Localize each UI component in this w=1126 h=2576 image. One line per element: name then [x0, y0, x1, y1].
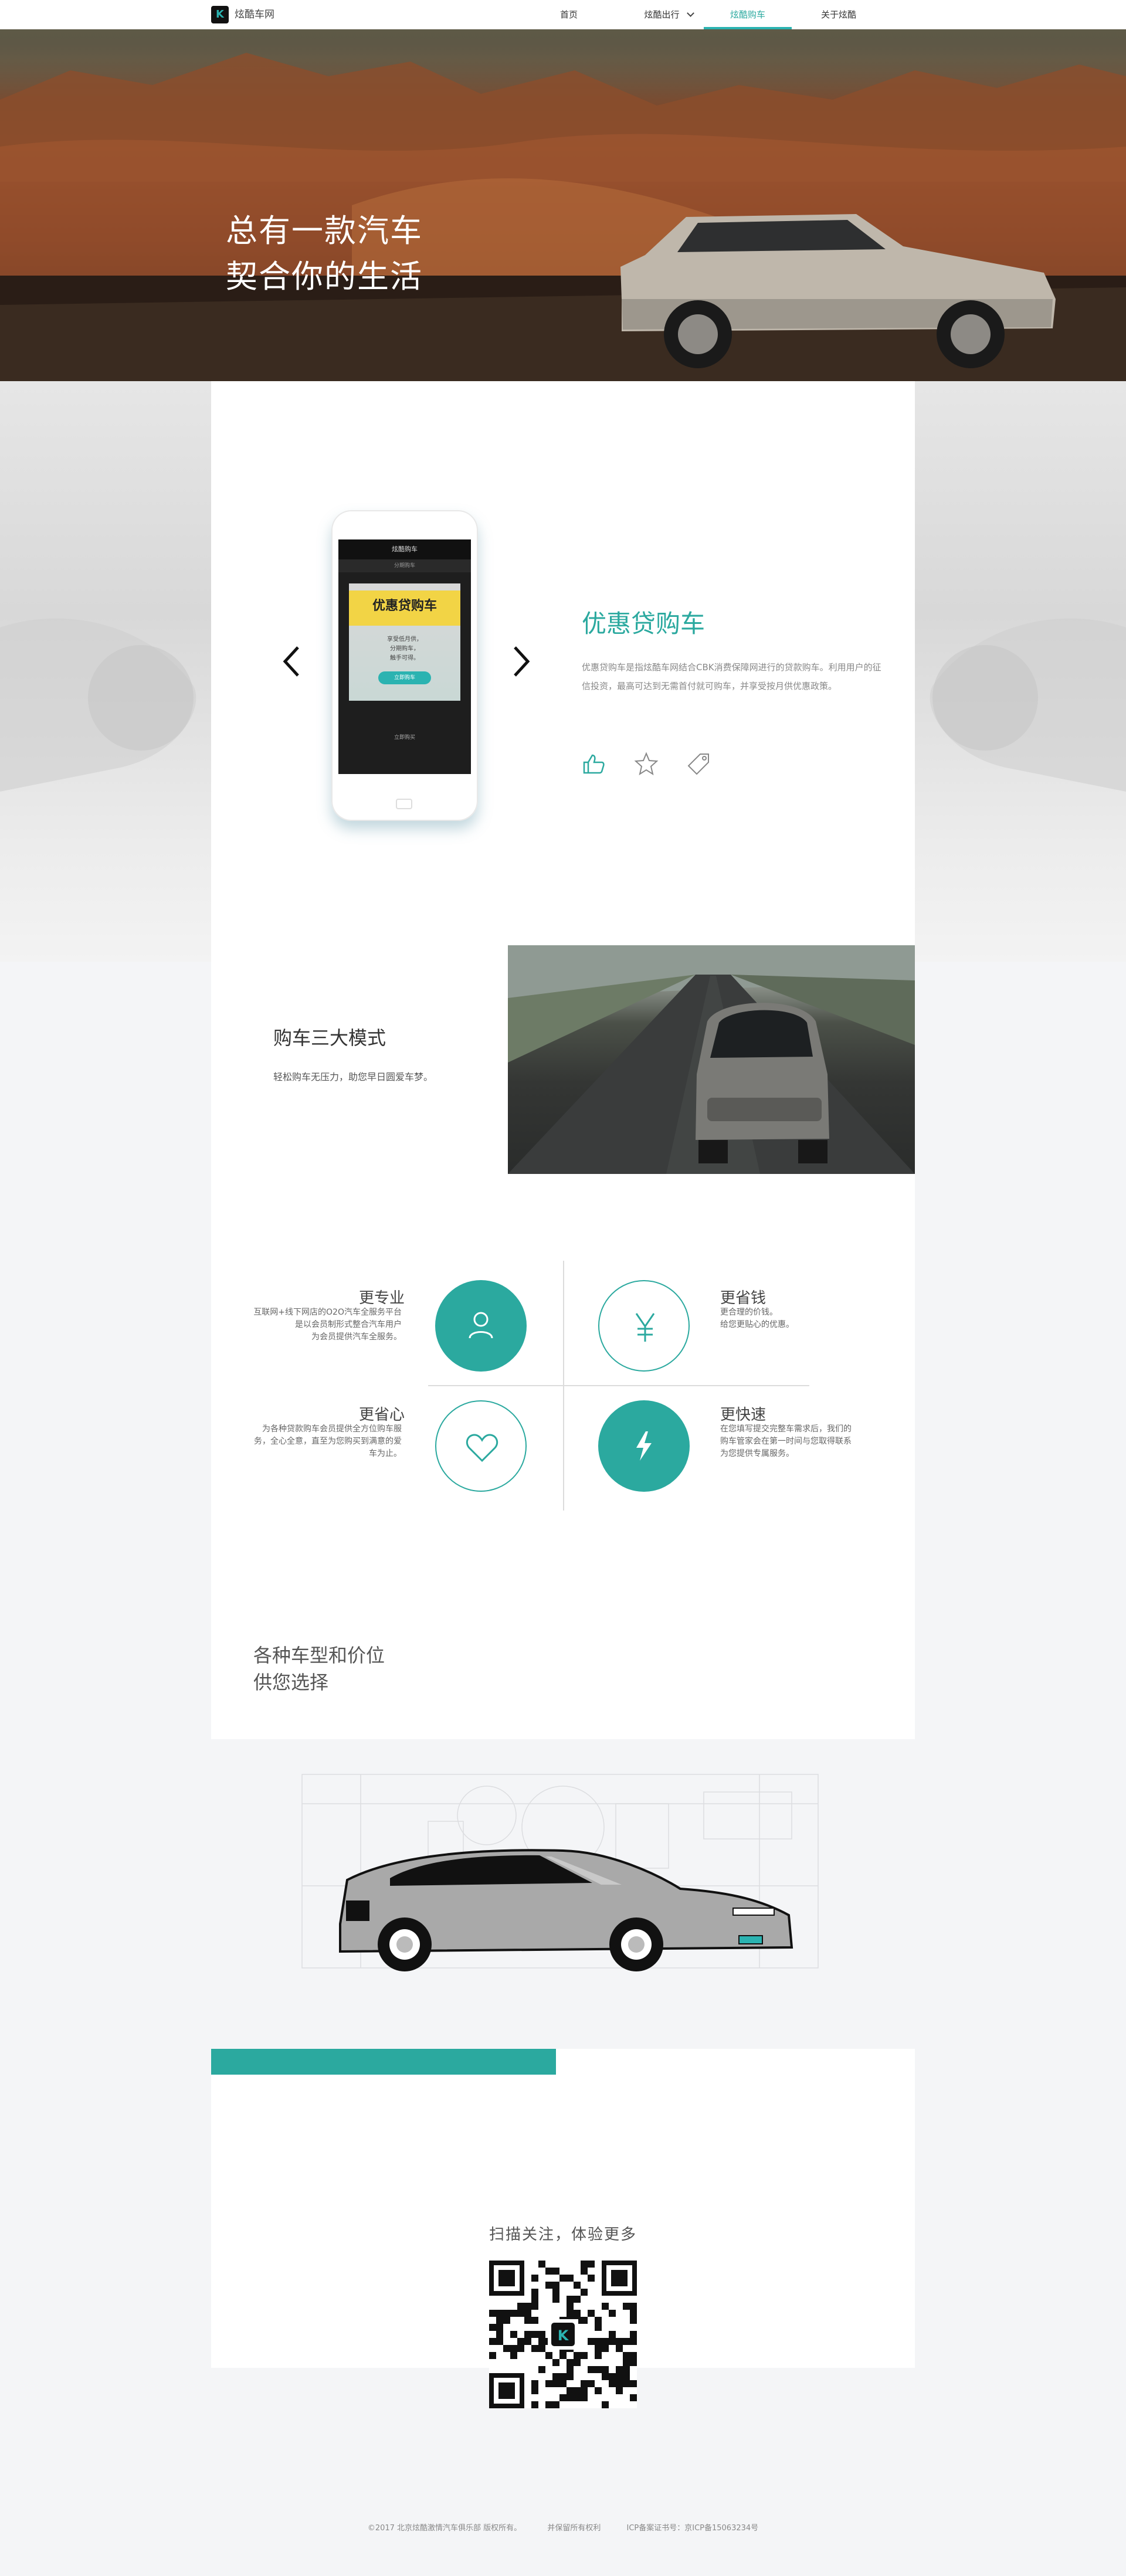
phone-banner-text: 享受低月供， 分期购车， 触手可得。 — [387, 636, 422, 661]
phone-banner-button: 立即购车 — [378, 671, 431, 684]
footer-rights: 并保留所有权利 — [547, 2524, 601, 2533]
feature-desc-professional: 互联网+线下网店的O2O汽车全服务平台 是以会员制形式整合汽车用户 为会员提供汽… — [253, 1308, 402, 1342]
hero-banner: 总有一款汽车 契合你的生活 — [0, 29, 1126, 381]
thumbs-up-icon[interactable] — [581, 751, 606, 776]
phone-banner-title: 优惠贷购车 — [372, 599, 437, 613]
right-background-car-image — [915, 381, 1126, 962]
chevron-down-icon — [686, 9, 694, 17]
hero-headline: 总有一款汽车 契合你的生活 — [226, 208, 423, 300]
qr-code: K — [489, 2261, 637, 2408]
footer: ©2017 北京炫酷激情汽车俱乐部 版权所有。 并保留所有权利 ICP备案证书号… — [0, 2521, 1126, 2533]
feature-circle-professional — [435, 1280, 527, 1372]
qr-title: 扫描关注，体验更多 — [489, 2226, 637, 2244]
top-navbar: K 炫酷车网 首页 炫酷出行 炫酷购车 关于炫酷 — [0, 0, 1126, 29]
feature-title-professional: 更专业 — [359, 1289, 405, 1307]
hero-line-2: 契合你的生活 — [226, 258, 423, 295]
svg-text:K: K — [558, 2327, 569, 2344]
car-illustration-section — [211, 1739, 915, 2049]
feature-divider-horizontal — [428, 1385, 809, 1386]
modes-description: 轻松购车无压力，助您早日圆爱车梦。 — [273, 1071, 433, 1082]
user-icon — [469, 1312, 493, 1339]
heart-icon — [466, 1434, 498, 1462]
car-illustration — [301, 1774, 819, 1971]
feature-title-peace-of-mind: 更省心 — [359, 1406, 405, 1424]
brand-name[interactable]: 炫酷车网 — [235, 0, 274, 29]
phone-app-title: 炫酷购车 — [338, 539, 471, 559]
promo-description: 优惠贷购车是指炫酷车网结合CBK消费保障网进行的贷款购车。利用用户的征信投资，最… — [582, 662, 881, 691]
feature-circle-fast — [598, 1400, 690, 1492]
footer-copyright: ©2017 北京炫酷激情汽车俱乐部 版权所有。 — [367, 2524, 522, 2533]
phone-app-subtitle: 分期购车 — [338, 559, 471, 572]
teal-accent-bar — [211, 2049, 556, 2075]
left-background-car-image — [0, 381, 211, 962]
logo-icon[interactable]: K — [211, 6, 229, 23]
car-types-heading: 各种车型和价位 供您选择 — [253, 1644, 385, 1693]
feature-desc-fast: 在您填写提交完整车需求后，我们的 购车管家会在第一时间与您取得联系 为您提供专属… — [720, 1424, 852, 1458]
nav-item-travel[interactable]: 炫酷出行 — [628, 0, 710, 29]
promo-title: 优惠贷购车 — [582, 609, 706, 638]
feature-circle-save-money — [598, 1280, 690, 1372]
feature-title-fast: 更快速 — [720, 1406, 767, 1424]
feature-desc-peace-of-mind: 为各种贷款购车会员提供全方位购车服 务，全心全意，直至为您购买到满意的爱 车为止… — [254, 1424, 402, 1458]
active-tab-indicator — [704, 27, 792, 29]
slider-prev-button[interactable] — [280, 644, 304, 679]
phone-banner: 优惠贷购车 享受低月供， 分期购车， 触手可得。 立即购车 — [349, 583, 460, 701]
lightning-icon — [636, 1431, 652, 1461]
chevron-left-icon — [283, 646, 299, 677]
yen-icon — [635, 1313, 655, 1342]
road-car-photo — [508, 945, 915, 1174]
phone-screen: 炫酷购车 分期购车 优惠贷购车 享受低月供， 分期购车， 触手可得。 立即购车 … — [338, 539, 471, 774]
nav-item-buy-car[interactable]: 炫酷购车 — [704, 0, 792, 29]
modes-title: 购车三大模式 — [273, 1027, 386, 1049]
hero-landscape-image — [0, 53, 1126, 381]
phone-more-text: 立即购买 — [394, 735, 415, 741]
nav-item-home[interactable]: 首页 — [537, 0, 601, 29]
tag-icon[interactable] — [686, 751, 712, 776]
phone-home-button — [396, 799, 412, 809]
chevron-right-icon — [514, 646, 530, 677]
feature-title-save-money: 更省钱 — [720, 1289, 767, 1307]
feature-desc-save-money: 更合理的价钱。 给您更贴心的优惠。 — [720, 1308, 794, 1329]
hero-line-1: 总有一款汽车 — [226, 212, 423, 249]
phone-mockup: 炫酷购车 分期购车 优惠贷购车 享受低月供， 分期购车， 触手可得。 立即购车 … — [331, 510, 478, 821]
slider-next-button[interactable] — [509, 644, 533, 679]
nav-item-about[interactable]: 关于炫酷 — [806, 0, 871, 29]
star-icon[interactable] — [633, 751, 659, 776]
footer-icp[interactable]: ICP备案证书号：京ICP备15063234号 — [626, 2524, 758, 2533]
feature-circle-peace-of-mind — [435, 1400, 527, 1492]
nav-item-travel-label: 炫酷出行 — [644, 9, 680, 20]
